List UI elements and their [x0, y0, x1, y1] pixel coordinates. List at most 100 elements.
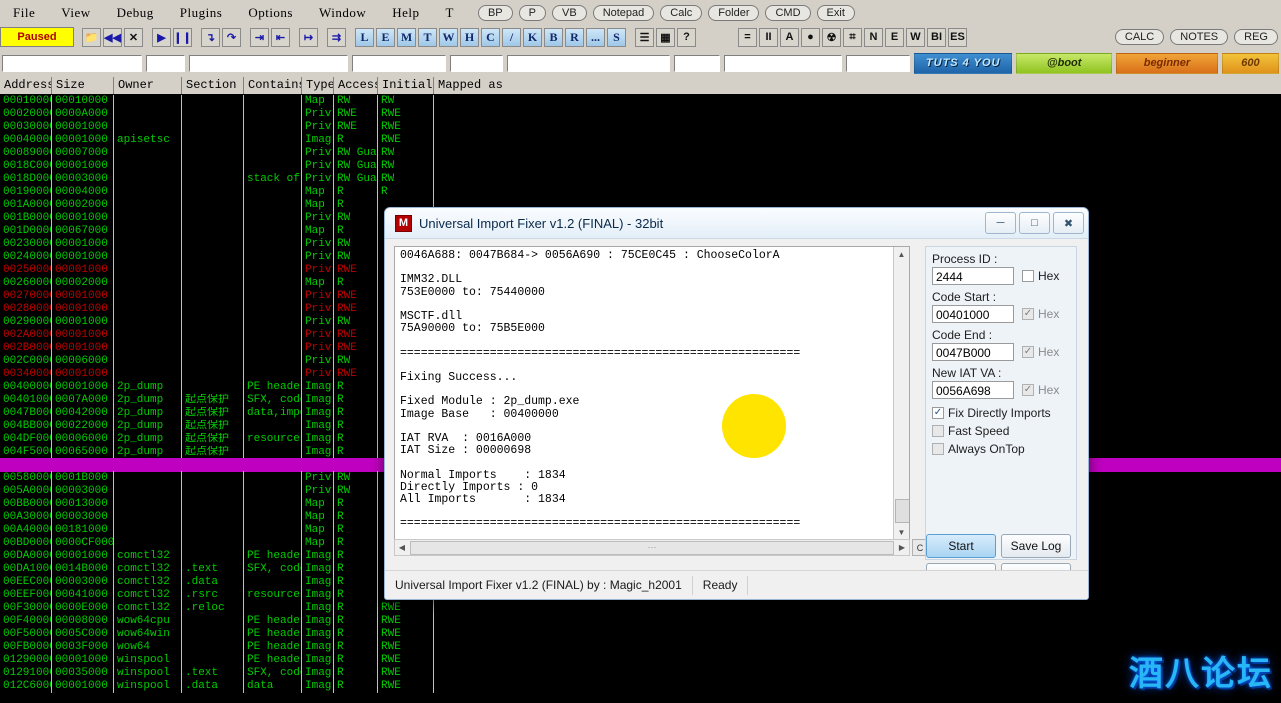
view-windows-button[interactable]: W: [439, 28, 458, 47]
column-header-access[interactable]: Access: [334, 77, 378, 94]
option-checkbox-2[interactable]: [932, 443, 944, 455]
hscroll-thumb[interactable]: ⋯: [410, 541, 894, 555]
minimize-icon[interactable]: ─: [985, 212, 1016, 234]
menu-item-window[interactable]: Window: [306, 3, 379, 23]
table-row[interactable]: 0018C00000001000PrivRW GuarRW: [0, 160, 1281, 173]
scroll-thumb[interactable]: [895, 499, 910, 523]
menu-item-help[interactable]: Help: [379, 3, 432, 23]
column-header-type[interactable]: Type: [302, 77, 334, 94]
scroll-down-icon[interactable]: ▼: [894, 525, 909, 539]
view-references-button[interactable]: R: [565, 28, 584, 47]
save-log-button[interactable]: Save Log: [1001, 534, 1071, 558]
trace-into-icon[interactable]: ⇥: [250, 28, 269, 47]
right-button-calc[interactable]: CALC: [1115, 29, 1164, 45]
hex-checkbox-2[interactable]: ✓: [1022, 346, 1034, 358]
plugin-equals-icon[interactable]: =: [738, 28, 757, 47]
hex-checkbox-1[interactable]: ✓: [1022, 308, 1034, 320]
view-threads-button[interactable]: T: [418, 28, 437, 47]
toolbar-field-7[interactable]: [674, 55, 720, 72]
field-input-1[interactable]: 00401000: [932, 305, 1014, 323]
banner-beginner[interactable]: beginner: [1116, 53, 1218, 74]
quick-button-vb[interactable]: VB: [552, 5, 587, 21]
hex-checkbox-0[interactable]: [1022, 270, 1034, 282]
option-row-2[interactable]: Always OnTop: [932, 442, 1076, 456]
close-icon[interactable]: ✖: [1053, 212, 1084, 234]
scroll-up-icon[interactable]: ▲: [894, 247, 909, 261]
maximize-icon[interactable]: □: [1019, 212, 1050, 234]
menu-item-plugins[interactable]: Plugins: [167, 3, 236, 23]
plugin-w-icon[interactable]: W: [906, 28, 925, 47]
view-cpu-button[interactable]: C: [481, 28, 500, 47]
view-callstack-button[interactable]: K: [523, 28, 542, 47]
execute-till-return-icon[interactable]: ↦: [299, 28, 318, 47]
plugin-bi-icon[interactable]: BI: [927, 28, 946, 47]
plugin-grid-icon[interactable]: ⌗: [843, 28, 862, 47]
step-into-icon[interactable]: ↴: [201, 28, 220, 47]
right-button-notes[interactable]: NOTES: [1170, 29, 1228, 45]
quick-button-bp[interactable]: BP: [478, 5, 513, 21]
view-source-button[interactable]: S: [607, 28, 626, 47]
banner-600[interactable]: 600: [1222, 53, 1279, 74]
list-icon[interactable]: ☰: [635, 28, 654, 47]
view-log-button[interactable]: L: [355, 28, 374, 47]
column-header-size[interactable]: Size: [52, 77, 114, 94]
log-output-box[interactable]: 0046A688: 0047B684-> 0056A690 : 75CE0C45…: [394, 246, 910, 540]
table-row[interactable]: 0004000000001000apisetscImagRRWE: [0, 134, 1281, 147]
quick-button-cmd[interactable]: CMD: [765, 5, 810, 21]
table-row[interactable]: 0129000000001000winspoolPE headerImagRRW…: [0, 654, 1281, 667]
quick-button-exit[interactable]: Exit: [817, 5, 855, 21]
colors-icon[interactable]: ▦: [656, 28, 675, 47]
field-input-0[interactable]: 2444: [932, 267, 1014, 285]
plugin-a-icon[interactable]: A: [780, 28, 799, 47]
menu-item-options[interactable]: Options: [235, 3, 306, 23]
menu-item-debug[interactable]: Debug: [104, 3, 167, 23]
table-row[interactable]: 00F300000000E000comctl32.relocImagRRWE: [0, 602, 1281, 615]
toolbar-field-5[interactable]: [450, 55, 503, 72]
toolbar-field-6[interactable]: [507, 55, 670, 72]
option-checkbox-1[interactable]: [932, 425, 944, 437]
column-header-section[interactable]: Section: [182, 77, 244, 94]
view-memory-button[interactable]: M: [397, 28, 416, 47]
toolbar-field-9[interactable]: [846, 55, 911, 72]
table-row[interactable]: 0129100000035000winspool.textSFX, code,i…: [0, 667, 1281, 680]
dialog-title-bar[interactable]: M Universal Import Fixer v1.2 (FINAL) - …: [385, 208, 1088, 239]
table-row[interactable]: 0008900000007000PrivRW GuarRW: [0, 147, 1281, 160]
log-horizontal-scrollbar[interactable]: ◀ ⋯ ▶: [394, 539, 910, 556]
animate-icon[interactable]: ⇉: [327, 28, 346, 47]
pause-icon[interactable]: ❙❙: [173, 28, 192, 47]
plugin-es-icon[interactable]: ES: [948, 28, 967, 47]
log-vertical-scrollbar[interactable]: ▲ ▼: [893, 247, 909, 539]
plugin-e-icon[interactable]: E: [885, 28, 904, 47]
toolbar-field-8[interactable]: [724, 55, 841, 72]
close-icon[interactable]: ✕: [124, 28, 143, 47]
quick-button-notepad[interactable]: Notepad: [593, 5, 655, 21]
toolbar-field-4[interactable]: [352, 55, 446, 72]
table-row[interactable]: 0019000000004000MapRR: [0, 186, 1281, 199]
view-handles-button[interactable]: H: [460, 28, 479, 47]
run-icon[interactable]: ▶: [152, 28, 171, 47]
column-header-mapped-as[interactable]: Mapped as: [434, 77, 1281, 94]
column-header-initial[interactable]: Initial: [378, 77, 434, 94]
field-input-2[interactable]: 0047B000: [932, 343, 1014, 361]
banner-tuts4you[interactable]: TUTS 4 YOU: [914, 53, 1012, 74]
plugin-n-icon[interactable]: N: [864, 28, 883, 47]
banner-boot[interactable]: @boot: [1016, 53, 1112, 74]
menu-item-file[interactable]: File: [0, 3, 48, 23]
right-button-reg[interactable]: REG: [1234, 29, 1278, 45]
restart-icon[interactable]: ◀◀: [103, 28, 122, 47]
view-more-button[interactable]: ...: [586, 28, 605, 47]
hex-checkbox-3[interactable]: ✓: [1022, 384, 1034, 396]
plugin-dot-icon[interactable]: ●: [801, 28, 820, 47]
option-row-1[interactable]: Fast Speed: [932, 424, 1076, 438]
column-header-address[interactable]: Address: [0, 77, 52, 94]
scroll-left-icon[interactable]: ◀: [395, 541, 409, 554]
view-patches-button[interactable]: /: [502, 28, 521, 47]
table-row[interactable]: 0003000000001000PrivRWERWE: [0, 121, 1281, 134]
table-row[interactable]: 00F500000005C000wow64winPE headerImagRRW…: [0, 628, 1281, 641]
field-input-3[interactable]: 0056A698: [932, 381, 1014, 399]
view-executables-button[interactable]: E: [376, 28, 395, 47]
toolbar-field-2[interactable]: [146, 55, 185, 72]
open-icon[interactable]: 📁: [82, 28, 101, 47]
quick-button-folder[interactable]: Folder: [708, 5, 759, 21]
menu-item-view[interactable]: View: [48, 3, 103, 23]
